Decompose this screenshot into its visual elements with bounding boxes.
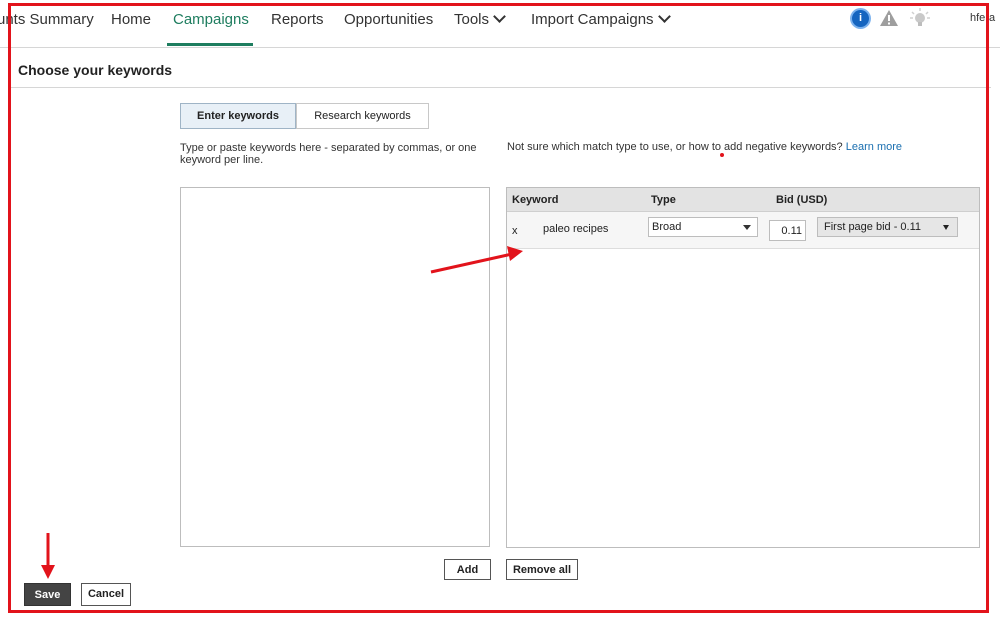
top-navigation: unts Summary Home Campaigns Reports Oppo… — [0, 0, 1000, 48]
nav-import-campaigns-label: Import Campaigns — [531, 11, 654, 28]
column-bid: Bid (USD) — [776, 194, 828, 206]
nav-tools-label: Tools — [454, 11, 490, 28]
chevron-down-icon — [657, 10, 671, 23]
cancel-button[interactable]: Cancel — [81, 583, 131, 606]
nav-reports[interactable]: Reports — [271, 11, 324, 28]
match-type-help: Not sure which match type to use, or how… — [507, 141, 902, 153]
nav-opportunities[interactable]: Opportunities — [344, 11, 433, 28]
match-type-help-text: Not sure which match type to use, or how… — [507, 141, 843, 153]
nav-tools[interactable]: Tools — [454, 10, 506, 28]
add-button[interactable]: Add — [444, 559, 491, 580]
dropdown-arrow-icon — [943, 225, 949, 230]
learn-more-link[interactable]: Learn more — [846, 141, 902, 153]
active-tab-indicator — [167, 43, 253, 46]
user-menu[interactable]: hfera — [970, 12, 995, 24]
annotation-dot — [720, 153, 724, 157]
remove-keyword-button[interactable]: x — [512, 225, 518, 237]
keywords-instructions: Type or paste keywords here - separated … — [180, 142, 477, 166]
column-type: Type — [651, 194, 676, 206]
warning-icon[interactable] — [879, 9, 899, 27]
column-keyword: Keyword — [512, 194, 559, 206]
match-type-value: Broad — [652, 221, 682, 233]
bid-option-value: First page bid - 0.11 — [824, 221, 922, 233]
keyword-table: Keyword Type Bid (USD) x paleo recipes B… — [506, 187, 980, 548]
remove-all-button[interactable]: Remove all — [506, 559, 578, 580]
keyword-cell: paleo recipes — [543, 223, 609, 235]
info-icon[interactable]: i — [852, 10, 869, 27]
nav-accounts-summary[interactable]: unts Summary — [0, 11, 94, 28]
nav-campaigns[interactable]: Campaigns — [173, 11, 249, 28]
table-header: Keyword Type Bid (USD) — [507, 188, 979, 212]
nav-import-campaigns[interactable]: Import Campaigns — [531, 10, 671, 28]
arrow-to-save-icon — [41, 533, 55, 579]
bid-option-select[interactable]: First page bid - 0.11 — [817, 217, 958, 237]
page-title: Choose your keywords — [18, 62, 173, 78]
tab-research-keywords[interactable]: Research keywords — [296, 103, 429, 129]
nav-home[interactable]: Home — [111, 11, 151, 28]
lightbulb-icon[interactable] — [910, 8, 930, 30]
match-type-select[interactable]: Broad — [648, 217, 758, 237]
keywords-textarea[interactable] — [180, 187, 490, 547]
table-row: x paleo recipes Broad First page bid - 0… — [507, 212, 979, 249]
tab-enter-keywords[interactable]: Enter keywords — [180, 103, 296, 129]
divider — [9, 87, 991, 88]
dropdown-arrow-icon — [743, 225, 751, 230]
save-button[interactable]: Save — [24, 583, 71, 606]
bid-input[interactable] — [769, 220, 806, 241]
chevron-down-icon — [493, 10, 506, 23]
